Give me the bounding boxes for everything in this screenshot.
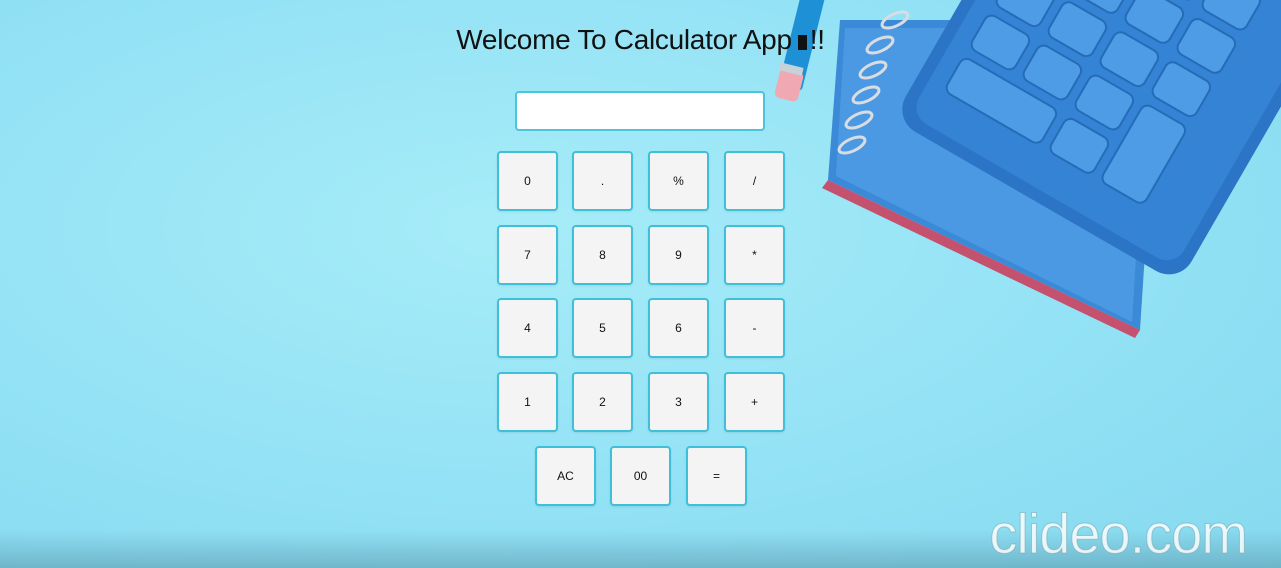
key-7[interactable]: 7 [497, 225, 558, 285]
calculator-display[interactable] [515, 91, 765, 131]
key-subtract[interactable]: - [724, 298, 785, 358]
key-0[interactable]: 0 [497, 151, 558, 211]
key-00[interactable]: 00 [610, 446, 671, 506]
key-multiply[interactable]: * [724, 225, 785, 285]
key-2[interactable]: 2 [572, 372, 633, 432]
page-title: Welcome To Calculator App!! [0, 24, 1281, 56]
title-text: Welcome To Calculator App [456, 24, 792, 55]
key-1[interactable]: 1 [497, 372, 558, 432]
key-add[interactable]: + [724, 372, 785, 432]
key-9[interactable]: 9 [648, 225, 709, 285]
key-3[interactable]: 3 [648, 372, 709, 432]
key-clear[interactable]: AC [535, 446, 596, 506]
clideo-watermark: clideo.com [989, 502, 1249, 566]
key-equals[interactable]: = [686, 446, 747, 506]
key-percent[interactable]: % [648, 151, 709, 211]
key-5[interactable]: 5 [572, 298, 633, 358]
key-divide[interactable]: / [724, 151, 785, 211]
key-4[interactable]: 4 [497, 298, 558, 358]
title-suffix: !! [809, 24, 825, 55]
waving-hand-icon [797, 35, 807, 50]
key-decimal[interactable]: . [572, 151, 633, 211]
key-8[interactable]: 8 [572, 225, 633, 285]
key-6[interactable]: 6 [648, 298, 709, 358]
